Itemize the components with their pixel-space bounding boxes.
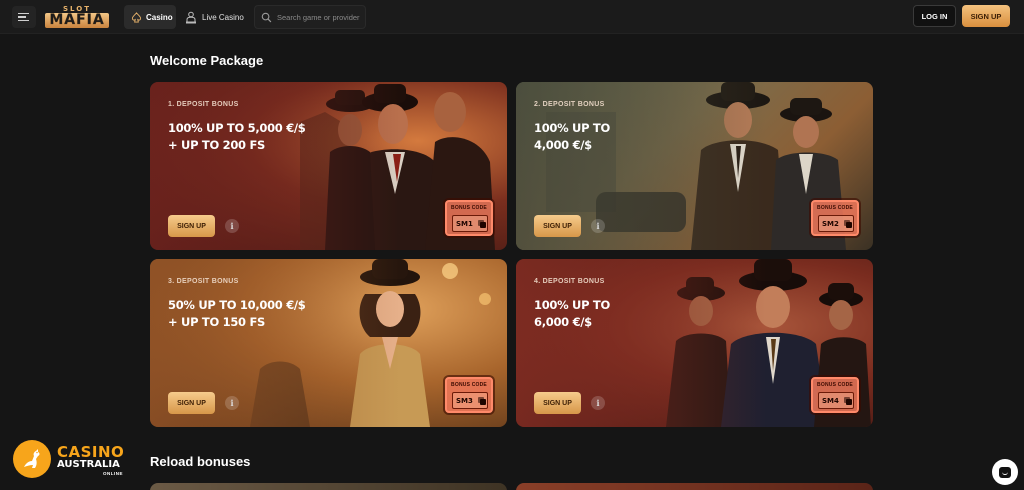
copy-icon[interactable]: [843, 219, 852, 228]
bonus-code-title: BONUS CODE: [817, 205, 853, 211]
bonus-code-value-1: SM1: [452, 215, 488, 232]
bonus-code-text: SM3: [456, 396, 473, 405]
copy-icon[interactable]: [477, 219, 486, 228]
card-1-label: 1. DEPOSIT BONUS: [168, 101, 239, 108]
welcome-package-title: Welcome Package: [150, 53, 264, 68]
search-box[interactable]: [254, 5, 366, 29]
hamburger-icon: [18, 12, 29, 15]
bonus-code-text: SM1: [456, 219, 473, 228]
reload-bonuses-title: Reload bonuses: [150, 454, 251, 469]
bonus-card-4: 4. DEPOSIT BONUS 100% UP TO 6,000 €/$ SI…: [516, 259, 873, 427]
bonus-card-1: 1. DEPOSIT BONUS 100% UP TO 5,000 €/$ + …: [150, 82, 507, 250]
card-4-offer: 100% UP TO 6,000 €/$: [534, 298, 610, 329]
nav-casino[interactable]: Casino: [124, 5, 176, 29]
bonus-code-value-4: SM4: [818, 392, 854, 409]
casino-australia-watermark: CASINO AUSTRALIA ONLINE: [13, 440, 128, 480]
bonus-card-3: 3. DEPOSIT BONUS 50% UP TO 10,000 €/$ + …: [150, 259, 507, 427]
card-4-signup-button[interactable]: SIGN UP: [534, 392, 581, 414]
chat-icon: [999, 466, 1011, 478]
bonus-code-value-3: SM3: [452, 392, 488, 409]
nav-live-casino[interactable]: Live Casino: [185, 5, 244, 29]
card-1-signup-button[interactable]: SIGN UP: [168, 215, 215, 237]
card-2-signup-button[interactable]: SIGN UP: [534, 215, 581, 237]
card-3-label: 3. DEPOSIT BONUS: [168, 278, 239, 285]
bonus-code-box-1[interactable]: BONUS CODE SM1: [445, 200, 493, 236]
kangaroo-icon: [24, 449, 40, 468]
info-icon[interactable]: i: [225, 219, 239, 233]
top-bar: SLOT MAFIA Casino Live Casino LOG IN SIG…: [0, 0, 1024, 34]
logo-main-text: MAFIA: [45, 12, 109, 28]
card-1-offer: 100% UP TO 5,000 €/$ + UP TO 200 FS: [168, 121, 306, 152]
bonus-card-2: 2. DEPOSIT BONUS 100% UP TO 4,000 €/$ SI…: [516, 82, 873, 250]
dealer-icon: [186, 11, 196, 23]
bonus-code-text: SM4: [822, 396, 839, 405]
nav-live-casino-label: Live Casino: [202, 12, 244, 22]
bonus-code-title: BONUS CODE: [451, 382, 487, 388]
nav-casino-label: Casino: [146, 12, 173, 22]
search-icon: [261, 12, 272, 22]
login-button[interactable]: LOG IN: [913, 5, 956, 27]
card-2-label: 2. DEPOSIT BONUS: [534, 101, 605, 108]
chat-button[interactable]: [992, 459, 1018, 485]
info-icon[interactable]: i: [591, 219, 605, 233]
bonus-code-text: SM2: [822, 219, 839, 228]
bonus-code-box-3[interactable]: BONUS CODE SM3: [445, 377, 493, 413]
search-input[interactable]: [277, 12, 365, 22]
info-icon[interactable]: i: [225, 396, 239, 410]
bonus-code-box-2[interactable]: BONUS CODE SM2: [811, 200, 859, 236]
card-3-signup-button[interactable]: SIGN UP: [168, 392, 215, 414]
site-logo[interactable]: SLOT MAFIA: [45, 4, 109, 30]
menu-button[interactable]: [12, 6, 36, 28]
info-icon[interactable]: i: [591, 396, 605, 410]
watermark-line-2: AUSTRALIA: [57, 459, 120, 470]
bonus-code-title: BONUS CODE: [451, 205, 487, 211]
card-2-offer: 100% UP TO 4,000 €/$: [534, 121, 610, 152]
reload-card-1[interactable]: [150, 483, 507, 490]
card-3-offer: 50% UP TO 10,000 €/$ + UP TO 150 FS: [168, 298, 306, 329]
bonus-code-value-2: SM2: [818, 215, 854, 232]
spade-icon: [131, 11, 142, 23]
card-4-label: 4. DEPOSIT BONUS: [534, 278, 605, 285]
bonus-code-title: BONUS CODE: [817, 382, 853, 388]
signup-button[interactable]: SIGN UP: [962, 5, 1010, 27]
copy-icon[interactable]: [477, 396, 486, 405]
reload-card-2[interactable]: [516, 483, 873, 490]
watermark-line-3: ONLINE: [103, 471, 124, 476]
copy-icon[interactable]: [843, 396, 852, 405]
bonus-code-box-4[interactable]: BONUS CODE SM4: [811, 377, 859, 413]
